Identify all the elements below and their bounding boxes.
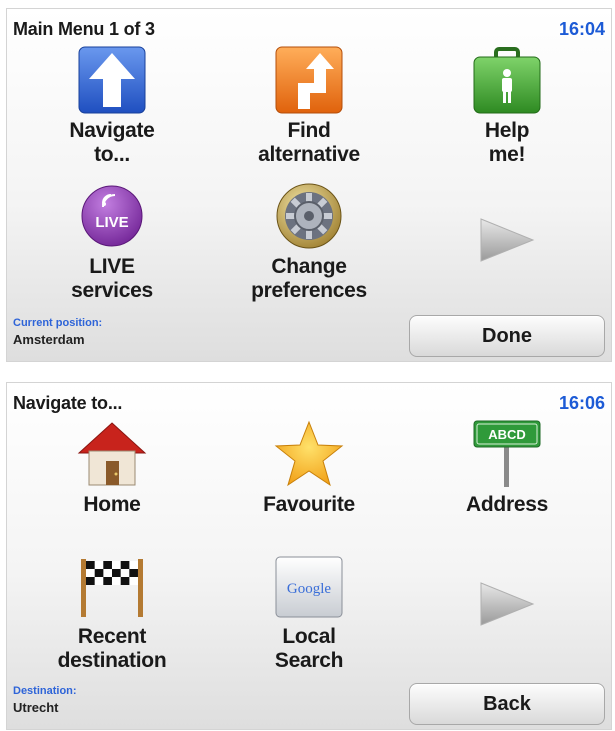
- checkered-flag-icon: [77, 551, 147, 621]
- home-icon: [77, 419, 147, 489]
- alternative-route-icon: [274, 45, 344, 115]
- live-services-icon: LIVE: [77, 181, 147, 251]
- live-badge-text: LIVE: [95, 214, 128, 231]
- address-sign-text: ABCD: [488, 427, 526, 442]
- find-alternative-label: Find alternative: [258, 119, 360, 166]
- recent-destination-button[interactable]: Recent destination: [22, 551, 202, 673]
- current-position-caption: Current position:: [13, 317, 103, 329]
- clock: 16:06: [558, 393, 605, 413]
- help-me-button[interactable]: Help me!: [417, 45, 597, 167]
- live-services-label: LIVE services: [71, 255, 153, 302]
- done-button[interactable]: Done: [409, 315, 605, 357]
- next-page-arrow-icon[interactable]: [477, 579, 537, 629]
- google-search-icon: Google: [274, 551, 344, 621]
- favourite-button[interactable]: Favourite: [219, 419, 399, 517]
- help-me-label: Help me!: [484, 119, 530, 166]
- destination-caption: Destination:: [13, 685, 77, 697]
- home-label: Home: [83, 493, 141, 516]
- google-logo-text: Google: [287, 581, 332, 597]
- local-search-button[interactable]: Google Local Search: [219, 551, 399, 673]
- destination-value: Utrecht: [13, 700, 59, 715]
- navigate-to-screen: Navigate to... 16:06 Home Favourite ABCD…: [6, 382, 612, 730]
- live-services-button[interactable]: LIVE LIVE services: [22, 181, 202, 303]
- clock: 16:04: [558, 19, 605, 39]
- screen-title: Main Menu 1 of 3: [13, 19, 155, 39]
- street-sign-icon: ABCD: [472, 419, 542, 489]
- find-alternative-button[interactable]: Find alternative: [219, 45, 399, 167]
- navigate-to-button[interactable]: Navigate to...: [22, 45, 202, 167]
- first-aid-kit-icon: [472, 45, 542, 115]
- favourite-label: Favourite: [263, 493, 355, 516]
- local-search-label: Local Search: [274, 625, 344, 672]
- navigate-up-arrow-icon: [77, 45, 147, 115]
- screen-title: Navigate to...: [13, 393, 123, 413]
- back-button[interactable]: Back: [409, 683, 605, 725]
- navigate-to-label: Navigate to...: [69, 119, 155, 166]
- next-page-arrow-icon[interactable]: [477, 215, 537, 265]
- change-preferences-label: Change preferences: [251, 255, 367, 302]
- home-button[interactable]: Home: [22, 419, 202, 517]
- preferences-gear-icon: [274, 181, 344, 251]
- current-position-value: Amsterdam: [13, 332, 85, 347]
- star-icon: [274, 419, 344, 489]
- main-menu-screen: Main Menu 1 of 3 16:04 Navigate to... Fi…: [6, 8, 612, 362]
- change-preferences-button[interactable]: Change preferences: [219, 181, 399, 303]
- recent-destination-label: Recent destination: [57, 625, 167, 672]
- address-button[interactable]: ABCD Address: [417, 419, 597, 517]
- address-label: Address: [466, 493, 548, 516]
